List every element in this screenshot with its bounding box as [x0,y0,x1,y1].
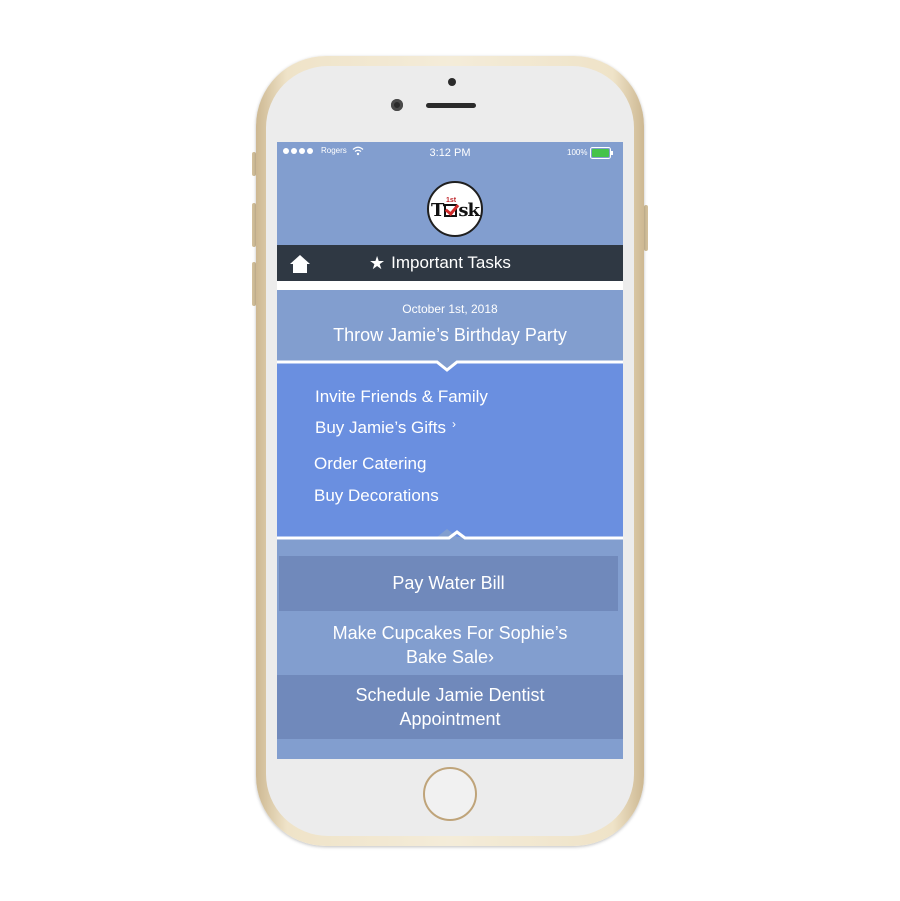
task-row[interactable]: Schedule Jamie Dentist Appointment [277,675,623,739]
header-divider [277,281,623,290]
subtask-panel: Invite Friends & Family Buy Jamie’s Gift… [277,357,623,543]
featured-task-title[interactable]: Throw Jamie’s Birthday Party [277,325,623,346]
logo-wordmark: Tsk [430,200,480,221]
chevron-right-icon: › [488,647,495,667]
task-date: October 1st, 2018 [402,302,498,316]
chevron-right-icon: › [452,417,457,431]
subtask-panel-background [277,360,623,540]
app-logo: 1st Tsk [427,181,483,237]
page-title-label: Important Tasks [391,253,511,272]
home-button[interactable] [423,767,477,821]
proximity-sensor [448,78,456,86]
page-title: ★ Important Tasks [369,253,511,273]
front-camera-icon [391,99,403,111]
task-row[interactable]: Make Cupcakes For Sophie’s Bake Sale› [277,621,623,673]
nav-bar: ★ Important Tasks [277,245,623,281]
app-screen: Rogers 3:12 PM 100% 1st Tsk ★ Important … [277,142,623,759]
battery-percentage: 100% [567,148,588,157]
subtask-item[interactable]: Order Catering [314,454,426,474]
subtask-item[interactable]: Buy Jamie’s Gifts › [315,417,457,438]
subtask-item[interactable]: Invite Friends & Family [315,387,488,407]
home-icon[interactable] [289,254,311,274]
subtask-item[interactable]: Buy Decorations [314,486,439,506]
earpiece-speaker [426,103,476,108]
task-row[interactable]: Pay Water Bill [279,556,618,611]
star-icon: ★ [369,253,386,273]
battery-icon [590,147,613,159]
logo-checkbox-icon [444,204,458,217]
status-bar: Rogers 3:12 PM 100% [277,142,623,164]
power-button [644,205,648,251]
